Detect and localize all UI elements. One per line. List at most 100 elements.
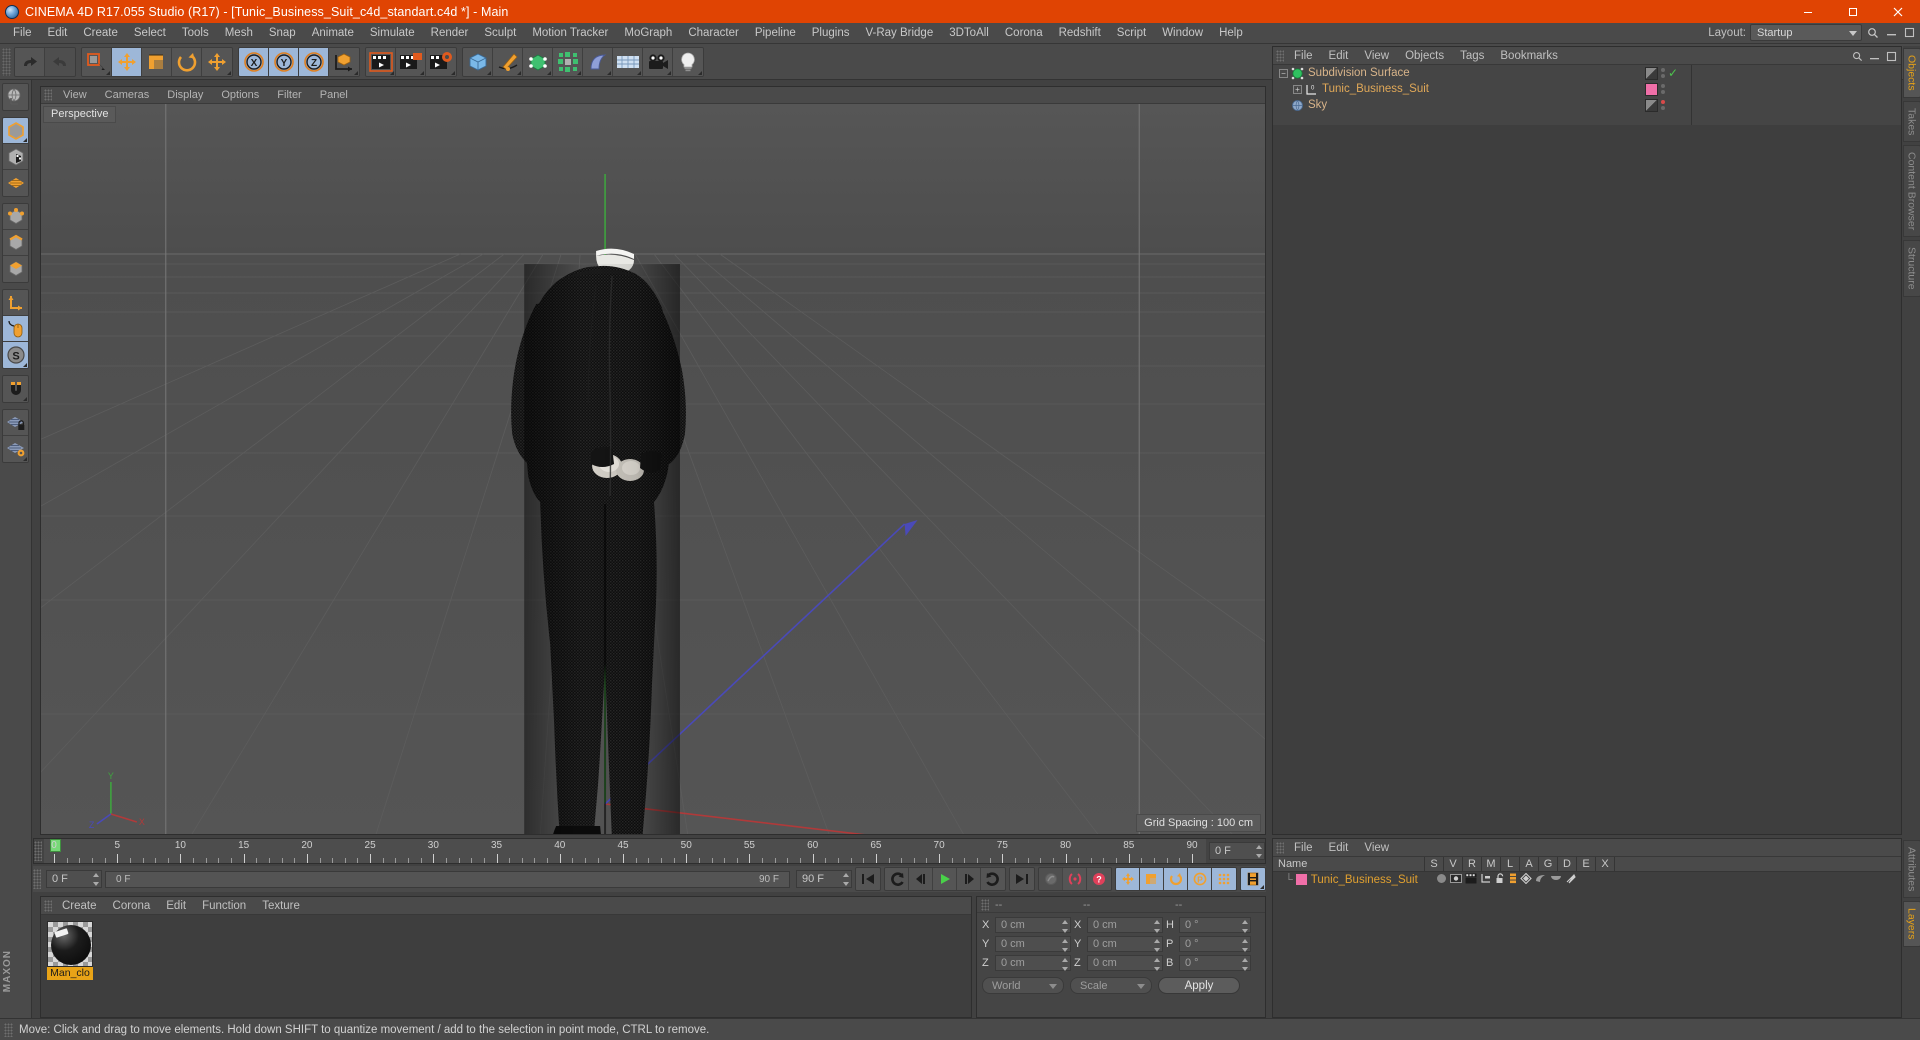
structmgr-menu-edit[interactable]: Edit	[1321, 839, 1357, 857]
scale-button[interactable]	[142, 47, 172, 76]
size-y-spinner-icon[interactable]	[1153, 939, 1160, 952]
pos-z-spinner-icon[interactable]	[1061, 958, 1068, 971]
sphere-tag-icon[interactable]	[1436, 871, 1447, 889]
pos-x-spinner-icon[interactable]	[1061, 920, 1068, 933]
add-deformer-button[interactable]	[583, 47, 613, 76]
viewport-grip-icon[interactable]	[44, 89, 52, 101]
minimize-panel-icon[interactable]	[1867, 49, 1881, 64]
record-scale-button[interactable]	[1140, 868, 1164, 890]
viewport-menu-cameras[interactable]: Cameras	[96, 87, 159, 104]
size-y-field[interactable]: 0 cm	[1087, 936, 1163, 952]
material-preview-thumbnail[interactable]	[47, 921, 93, 967]
previous-key-button[interactable]	[885, 868, 909, 890]
rot-b-spinner-icon[interactable]	[1241, 958, 1248, 971]
render-to-picture-viewer-button[interactable]	[396, 47, 426, 76]
layer-tag-icon[interactable]	[1509, 871, 1517, 889]
enabled-check-icon[interactable]: ✓	[1668, 67, 1678, 79]
range-start-field[interactable]: 0 F	[46, 870, 102, 888]
make-editable-button[interactable]	[3, 118, 28, 144]
pos-x-field[interactable]: 0 cm	[995, 917, 1071, 933]
menu-create[interactable]: Create	[75, 23, 126, 44]
lock-z-button[interactable]: Z	[299, 47, 329, 76]
toolbar-grip-icon[interactable]	[2, 47, 11, 76]
add-environment-button[interactable]	[613, 47, 643, 76]
visibility-dots-icon[interactable]	[1661, 100, 1665, 110]
record-param-button[interactable]: P	[1188, 868, 1212, 890]
record-rotation-button[interactable]	[1164, 868, 1188, 890]
undo-button[interactable]	[15, 47, 45, 76]
status-bar-grip-icon[interactable]	[4, 1022, 13, 1037]
object-axis-mode-button[interactable]	[3, 290, 28, 316]
coord-system-dropdown[interactable]: World	[982, 977, 1064, 994]
close-button[interactable]	[1875, 0, 1920, 23]
material-manager-grip-icon[interactable]	[44, 899, 52, 912]
viewport-menu-filter[interactable]: Filter	[268, 87, 310, 104]
coordinates-grip-icon[interactable]	[981, 898, 989, 911]
restore-panel-icon[interactable]	[1884, 49, 1898, 64]
timeline-grip-icon[interactable]	[34, 841, 42, 861]
record-position-button[interactable]	[1116, 868, 1140, 890]
go-to-end-button[interactable]	[1010, 868, 1034, 890]
viewport-menu-display[interactable]: Display	[158, 87, 212, 104]
material-tag-icon[interactable]	[1645, 82, 1658, 96]
tab-objects[interactable]: Objects	[1902, 48, 1920, 98]
object-tree[interactable]: − Subdivision Surface ✓ + 0 Tunic_Busine…	[1273, 65, 1901, 125]
menu-character[interactable]: Character	[680, 23, 747, 44]
menu-vray-bridge[interactable]: V-Ray Bridge	[857, 23, 941, 44]
pos-y-spinner-icon[interactable]	[1061, 939, 1068, 952]
column-v[interactable]: V	[1444, 856, 1463, 872]
record-pla-button[interactable]	[1212, 868, 1236, 890]
go-to-start-button[interactable]	[856, 868, 880, 890]
menu-motion-tracker[interactable]: Motion Tracker	[524, 23, 616, 44]
column-s[interactable]: S	[1425, 856, 1444, 872]
menu-tools[interactable]: Tools	[174, 23, 217, 44]
column-a[interactable]: A	[1520, 856, 1539, 872]
column-m[interactable]: M	[1482, 856, 1501, 872]
add-light-button[interactable]	[673, 47, 703, 76]
restore-panel-icon[interactable]	[1902, 25, 1916, 40]
playbar-grip-icon[interactable]	[33, 869, 41, 889]
matmgr-menu-edit[interactable]: Edit	[158, 897, 194, 915]
render-tag-icon[interactable]	[1465, 871, 1477, 889]
tab-attributes[interactable]: Attributes	[1902, 840, 1920, 899]
objmgr-menu-edit[interactable]: Edit	[1321, 47, 1357, 65]
objmgr-menu-tags[interactable]: Tags	[1452, 47, 1492, 65]
size-x-spinner-icon[interactable]	[1153, 920, 1160, 933]
column-d[interactable]: D	[1558, 856, 1577, 872]
polygon-mode-button[interactable]	[3, 170, 28, 196]
structure-row[interactable]: └ Tunic_Business_Suit	[1273, 872, 1901, 887]
align-tag-icon[interactable]	[1519, 871, 1532, 889]
transform-mode-dropdown[interactable]: Scale	[1070, 977, 1152, 994]
objmgr-menu-objects[interactable]: Objects	[1397, 47, 1452, 65]
object-row-sky[interactable]: Sky	[1273, 97, 1901, 113]
matmgr-menu-function[interactable]: Function	[194, 897, 254, 915]
add-spline-button[interactable]	[493, 47, 523, 76]
structmgr-menu-file[interactable]: File	[1286, 839, 1321, 857]
viewport-menu-view[interactable]: View	[54, 87, 96, 104]
pos-z-field[interactable]: 0 cm	[995, 955, 1071, 971]
menu-animate[interactable]: Animate	[304, 23, 362, 44]
material-swatch-icon[interactable]	[1295, 874, 1307, 885]
menu-edit[interactable]: Edit	[40, 23, 76, 44]
move-duplicate-button[interactable]	[202, 47, 232, 76]
add-mograph-button[interactable]	[553, 47, 583, 76]
enable-snapping-button[interactable]	[3, 376, 28, 402]
object-row-tunic-business-suit[interactable]: + 0 Tunic_Business_Suit	[1273, 81, 1901, 97]
deform-tag-icon[interactable]	[1535, 871, 1547, 889]
size-z-spinner-icon[interactable]	[1153, 958, 1160, 971]
rot-h-spinner-icon[interactable]	[1241, 920, 1248, 933]
visibility-dots-icon[interactable]	[1661, 84, 1665, 94]
step-forward-button[interactable]	[957, 868, 981, 890]
material-item[interactable]: Man_clo	[47, 921, 93, 980]
current-frame-field[interactable]: 0 F	[1209, 842, 1265, 860]
knife-tag-icon[interactable]	[1565, 871, 1576, 889]
undo-view-button[interactable]	[3, 84, 28, 110]
tab-takes[interactable]: Takes	[1902, 100, 1920, 143]
minimize-button[interactable]	[1785, 0, 1830, 23]
menu-3dtoall[interactable]: 3DToAll	[941, 23, 997, 44]
expand-toggle-icon[interactable]: +	[1293, 84, 1302, 94]
menu-mesh[interactable]: Mesh	[217, 23, 261, 44]
pos-y-field[interactable]: 0 cm	[995, 936, 1071, 952]
rot-b-field[interactable]: 0 °	[1179, 955, 1251, 971]
matmgr-menu-corona[interactable]: Corona	[105, 897, 159, 915]
